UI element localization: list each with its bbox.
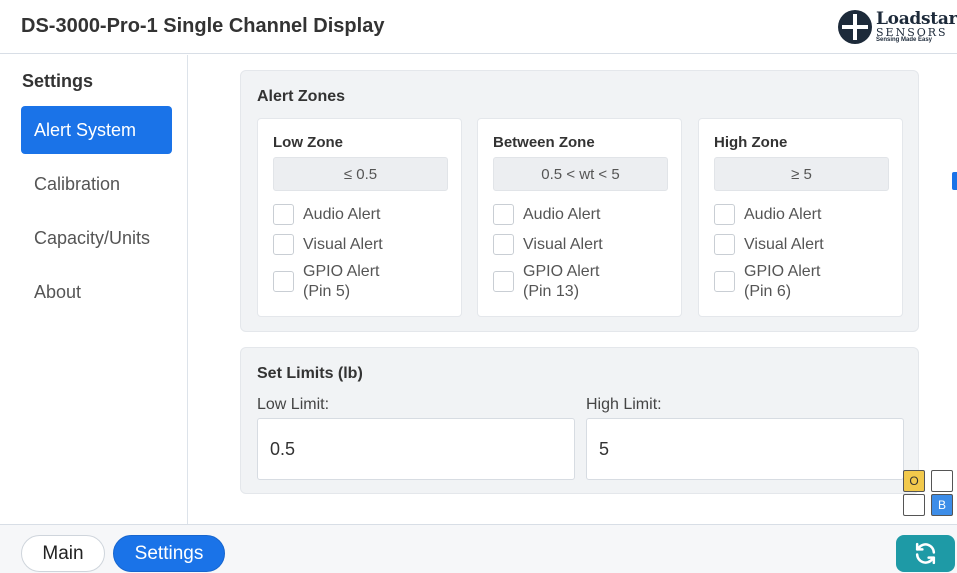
loadstar-logo-icon [838, 10, 872, 44]
app-header: DS-3000-Pro-1 Single Channel Display Loa… [0, 0, 957, 54]
alert-zones-title: Alert Zones [257, 88, 346, 105]
checkbox-box[interactable] [493, 271, 514, 292]
main-button[interactable]: Main [21, 535, 105, 572]
zone-name: High Zone [714, 134, 788, 151]
checkbox-box[interactable] [714, 204, 735, 225]
gpio-label-line2: (Pin 6) [744, 283, 792, 300]
refresh-icon [915, 542, 936, 565]
gpio-label-line1: GPIO Alert [523, 263, 600, 280]
sidebar-item-label: Capacity/Units [34, 228, 151, 248]
zone-range-field: ≥ 5 [714, 157, 889, 191]
page-title: DS-3000-Pro-1 Single Channel Display [21, 15, 385, 37]
checkbox-label: Visual Alert [744, 236, 824, 253]
checkbox-label: GPIO Alert (Pin 5) [303, 262, 379, 302]
refresh-button[interactable] [896, 535, 955, 572]
high-zone-card: High Zone ≥ 5 Audio Alert Visual Alert G… [698, 118, 903, 317]
set-limits-panel: Set Limits (lb) Low Limit: 0.5 High Limi… [240, 347, 919, 494]
logo-tagline: Sensing Made Easy [876, 37, 933, 43]
sidebar-item-label: About [34, 282, 82, 302]
checkbox-box[interactable] [273, 234, 294, 255]
low-limit-label: Low Limit: [257, 396, 330, 413]
checkbox-box[interactable] [273, 271, 294, 292]
checkbox-box[interactable] [714, 234, 735, 255]
indicator-empty-top[interactable] [931, 470, 953, 492]
checkbox-label: GPIO Alert (Pin 13) [523, 262, 599, 302]
zone-range-field: ≤ 0.5 [273, 157, 448, 191]
checkbox-box[interactable] [493, 234, 514, 255]
indicator-o[interactable]: O [903, 470, 925, 492]
checkbox-box[interactable] [493, 204, 514, 225]
sidebar-item-alert-system[interactable]: Alert System [21, 106, 172, 154]
sidebar-item-label: Calibration [34, 174, 121, 194]
footer-bar: Main Settings [0, 524, 957, 573]
set-limits-title: Set Limits (lb) [257, 365, 363, 382]
zone-name: Between Zone [493, 134, 595, 151]
side-panel-tab[interactable] [952, 172, 957, 190]
checkbox-box[interactable] [714, 271, 735, 292]
between-zone-card: Between Zone 0.5 < wt < 5 Audio Alert Vi… [477, 118, 682, 317]
high-limit-input[interactable]: 5 [586, 418, 904, 480]
settings-button[interactable]: Settings [113, 535, 225, 572]
settings-sidebar: Settings Alert System Calibration Capaci… [0, 55, 188, 524]
checkbox-box[interactable] [273, 204, 294, 225]
alert-zones-panel: Alert Zones Low Zone ≤ 0.5 Audio Alert V… [240, 70, 919, 332]
checkbox-label: Visual Alert [523, 236, 603, 253]
low-limit-input[interactable]: 0.5 [257, 418, 575, 480]
zone-name: Low Zone [273, 134, 343, 151]
sidebar-item-capacity-units[interactable]: Capacity/Units [21, 214, 172, 262]
sidebar-heading: Settings [22, 71, 94, 91]
checkbox-label: Visual Alert [303, 236, 383, 253]
indicator-b[interactable]: B [931, 494, 953, 516]
zone-range-field: 0.5 < wt < 5 [493, 157, 668, 191]
sidebar-item-about[interactable]: About [21, 268, 172, 316]
indicator-empty-bottom[interactable] [903, 494, 925, 516]
checkbox-label: Audio Alert [303, 206, 381, 223]
high-limit-label: High Limit: [586, 396, 662, 413]
checkbox-label: Audio Alert [744, 206, 822, 223]
checkbox-label: GPIO Alert (Pin 6) [744, 262, 820, 302]
sidebar-item-label: Alert System [34, 120, 137, 140]
gpio-label-line1: GPIO Alert [744, 263, 821, 280]
gpio-label-line1: GPIO Alert [303, 263, 380, 280]
sidebar-item-calibration[interactable]: Calibration [21, 160, 172, 208]
gpio-label-line2: (Pin 5) [303, 283, 351, 300]
loadstar-logo: Loadstar SENSORS Sensing Made Easy [838, 9, 957, 45]
low-zone-card: Low Zone ≤ 0.5 Audio Alert Visual Alert … [257, 118, 462, 317]
gpio-label-line2: (Pin 13) [523, 283, 580, 300]
checkbox-label: Audio Alert [523, 206, 601, 223]
